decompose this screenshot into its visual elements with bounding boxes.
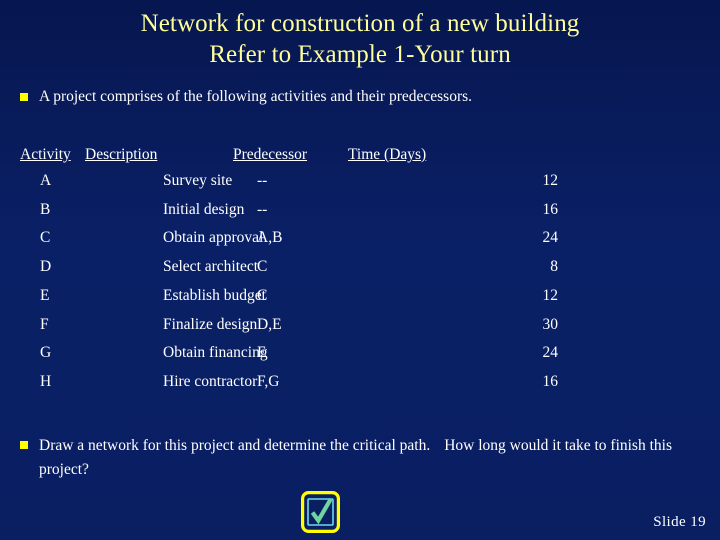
activities-table-body: A Survey site -- 12 B Initial design -- 16 C Obta… bbox=[20, 167, 565, 397]
time-cell: 24 bbox=[542, 344, 559, 362]
table-row: G Obtain financing E 24 bbox=[20, 339, 565, 368]
activity-cell: H bbox=[40, 372, 52, 390]
time-cell: 12 bbox=[542, 286, 559, 304]
activity-cell: C bbox=[40, 229, 51, 247]
activity-cell: E bbox=[40, 286, 50, 304]
closing-bullet-row: Draw a network for this project and dete… bbox=[20, 434, 705, 482]
table-row: B Initial design -- 16 bbox=[20, 196, 565, 225]
activity-cell: B bbox=[40, 200, 51, 218]
column-header-description: Description bbox=[85, 146, 158, 163]
slide-number-label: Slide 19 bbox=[653, 514, 706, 530]
time-cell: 30 bbox=[542, 315, 559, 333]
slide-canvas: Network for construction of a new buildi… bbox=[0, 0, 720, 540]
activity-cell: A bbox=[40, 172, 52, 189]
closing-bullet-text: Draw a network for this project and dete… bbox=[39, 434, 705, 482]
square-bullet-icon bbox=[20, 441, 28, 449]
description-cell: Obtain approval bbox=[163, 229, 264, 247]
description-cell: Select architect bbox=[163, 258, 259, 276]
table-row: A Survey site -- 12 bbox=[20, 167, 565, 196]
time-cell: 8 bbox=[550, 258, 558, 276]
table-row: C Obtain approval A,B 24 bbox=[20, 224, 565, 253]
slide-title-line-2: Refer to Example 1-Your turn bbox=[209, 41, 511, 68]
predecessor-cell: -- bbox=[257, 172, 268, 189]
intro-bullet-row: A project comprises of the following act… bbox=[20, 86, 700, 108]
description-cell: Initial design bbox=[163, 200, 245, 218]
activities-table-container: Activity Description Predecessor Time (D… bbox=[20, 143, 565, 397]
check-box-icon[interactable] bbox=[301, 491, 340, 533]
closing-bullet-part-1: Draw a network for this project and dete… bbox=[39, 437, 431, 454]
activity-cell: F bbox=[40, 315, 49, 333]
activity-cell: G bbox=[40, 344, 52, 362]
activity-cell: D bbox=[40, 258, 52, 276]
predecessor-cell: -- bbox=[257, 200, 268, 218]
description-cell: Hire contractor bbox=[163, 372, 258, 390]
table-row: H Hire contractor F,G 16 bbox=[20, 368, 565, 397]
description-cell: Establish budget bbox=[163, 286, 266, 304]
time-cell: 12 bbox=[542, 172, 559, 189]
time-cell: 24 bbox=[542, 229, 559, 247]
time-cell: 16 bbox=[542, 200, 559, 218]
description-cell: Finalize design bbox=[163, 315, 258, 333]
time-cell: 16 bbox=[542, 372, 559, 390]
square-bullet-icon bbox=[20, 93, 28, 101]
table-header-row: Activity Description Predecessor Time (D… bbox=[20, 143, 565, 167]
slide-title: Network for construction of a new buildi… bbox=[0, 8, 720, 70]
description-cell: Survey site bbox=[163, 172, 233, 189]
intro-bullet-text: A project comprises of the following act… bbox=[39, 88, 473, 105]
description-cell: Obtain financing bbox=[163, 344, 268, 362]
activities-table-head: Activity Description Predecessor Time (D… bbox=[20, 143, 565, 167]
slide-title-line-1: Network for construction of a new buildi… bbox=[140, 10, 580, 37]
activities-table: Activity Description Predecessor Time (D… bbox=[20, 143, 565, 397]
column-header-time: Time (Days) bbox=[348, 146, 427, 163]
table-row: D Select architect C 8 bbox=[20, 253, 565, 282]
column-header-activity: Activity bbox=[20, 146, 71, 163]
column-header-predecessor: Predecessor bbox=[233, 146, 308, 163]
check-box-icon-svg bbox=[301, 491, 340, 533]
table-row: F Finalize design D,E 30 bbox=[20, 311, 565, 340]
table-row: E Establish budget C 12 bbox=[20, 282, 565, 311]
